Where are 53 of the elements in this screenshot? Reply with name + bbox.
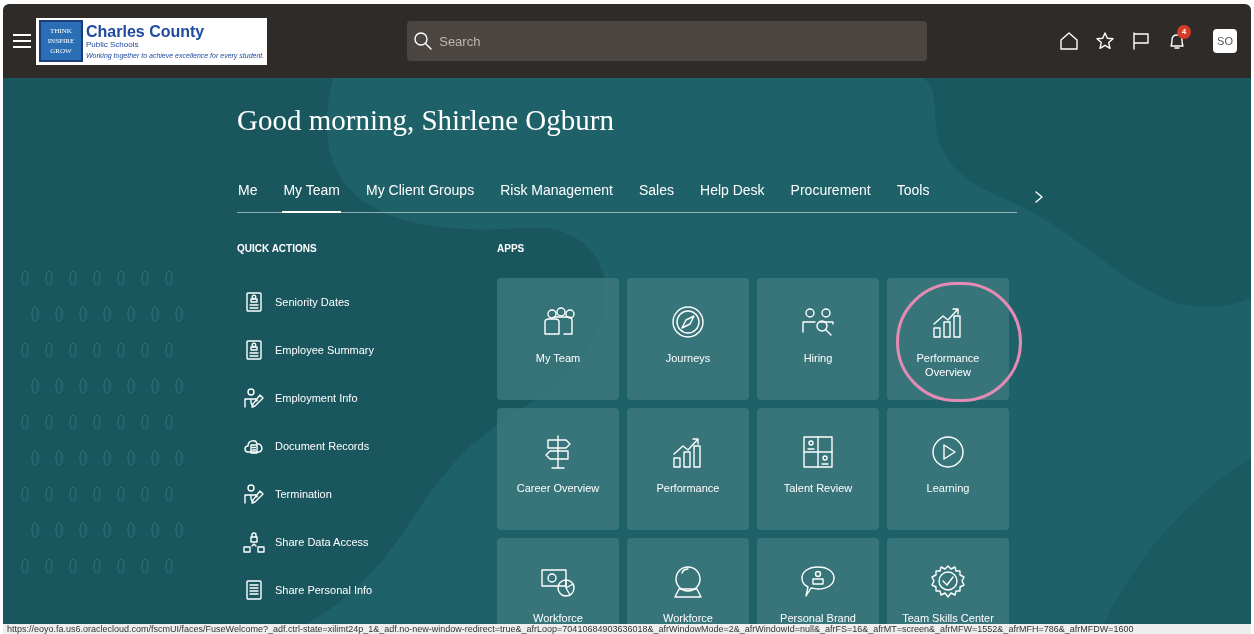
quick-action-icon xyxy=(243,531,265,553)
badge-check-icon xyxy=(930,564,966,600)
user-avatar[interactable]: SO xyxy=(1213,29,1237,53)
tab[interactable]: My Client Groups xyxy=(365,180,476,213)
app-tile[interactable]: Talent Review xyxy=(757,408,879,530)
quick-action-link[interactable]: Employee Summary xyxy=(275,341,375,359)
app-tile[interactable]: My Team xyxy=(497,278,619,400)
bell-icon xyxy=(1167,31,1187,51)
notifications-button[interactable]: 4 xyxy=(1167,25,1191,51)
tab[interactable]: Sales xyxy=(638,180,675,213)
tab[interactable]: Tools xyxy=(895,180,931,213)
quick-action-icon xyxy=(243,483,265,505)
play-icon xyxy=(930,434,966,470)
app-tile[interactable]: Career Overview xyxy=(497,408,619,530)
tab[interactable]: Help Desk xyxy=(699,180,766,213)
star-icon xyxy=(1095,31,1115,51)
logo-subtitle: Public Schools xyxy=(86,39,140,50)
notification-count: 4 xyxy=(1177,25,1191,39)
section-heading: APPS xyxy=(497,242,526,256)
app-tile[interactable]: Journeys xyxy=(627,278,749,400)
app-tile[interactable]: Hiring xyxy=(757,278,879,400)
app-tile[interactable]: Performance xyxy=(627,408,749,530)
search-field[interactable]: Search xyxy=(407,21,928,61)
quick-action-icon xyxy=(243,339,265,361)
quick-action-link[interactable]: Share Personal Info xyxy=(275,581,373,599)
compass-icon xyxy=(670,304,706,340)
section-heading: QUICK ACTIONS xyxy=(237,242,318,256)
app-tile[interactable]: Workforce xyxy=(627,538,749,624)
quick-action-link[interactable]: Employment Info xyxy=(275,389,358,407)
tab[interactable]: Me xyxy=(237,180,259,213)
chevron-right-icon xyxy=(1033,189,1045,204)
quick-action-link[interactable]: Share Data Access xyxy=(275,533,369,551)
tab[interactable]: My Team xyxy=(282,180,341,213)
app-tile[interactable]: Team Skills Center xyxy=(887,538,1009,624)
quick-action-link[interactable]: Document Records xyxy=(275,437,370,455)
app-tile[interactable]: Performance Overview xyxy=(887,278,1009,400)
favorite-icon[interactable] xyxy=(1095,31,1115,51)
grid-people-icon xyxy=(800,434,836,470)
logo-title: Charles County xyxy=(86,22,206,40)
quick-action-icon xyxy=(243,579,265,601)
tab[interactable]: Procurement xyxy=(789,180,872,213)
menu-icon[interactable] xyxy=(13,34,31,48)
quick-action-link[interactable]: Termination xyxy=(275,485,332,503)
app-tile[interactable]: Workforce xyxy=(497,538,619,624)
quick-action-icon xyxy=(243,291,265,313)
search-icon xyxy=(413,31,434,51)
app-tile[interactable]: Learning xyxy=(887,408,1009,530)
quick-action-link[interactable]: Seniority Dates xyxy=(275,293,350,311)
tab[interactable]: Risk Management xyxy=(499,180,614,213)
status-url: https://eoyo.fa.us6.oraclecloud.com/fscmUI/faces/FuseWelcome?_adf.ctrl-state=xilimt24p_1&_adf.no-new-window-redirect=true&_afrLoop=70410684903636018&_afrWindowMode=2&_afrWindowId=null&_afrFS=16&_afrMT=screen&_afrMFW=1552&_afrMFH=786&_afrMFDW=1600 xyxy=(6,624,1135,634)
greeting: Good morning, Shirlene Ogburn xyxy=(237,103,615,138)
quick-action-icon xyxy=(243,387,265,409)
app-tile[interactable]: Personal Brand xyxy=(757,538,879,624)
